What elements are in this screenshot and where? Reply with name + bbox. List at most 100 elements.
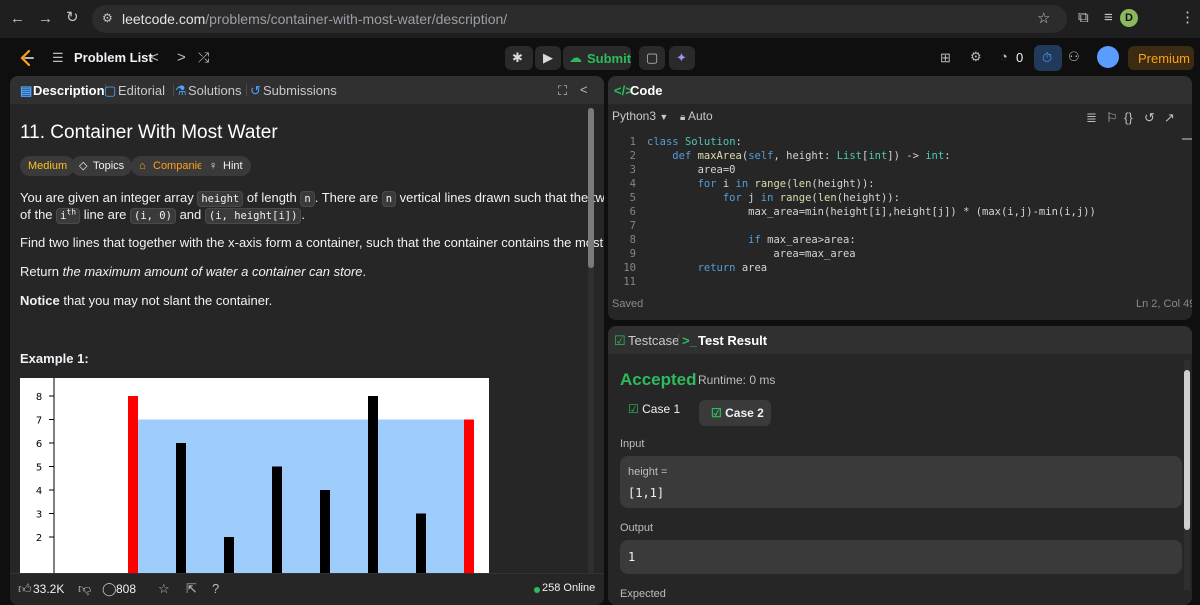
description-paragraph-2: Find two lines that together with the x-… [20, 235, 604, 250]
profile-avatar[interactable]: D [1120, 9, 1138, 27]
tab-editorial[interactable]: Editorial [118, 83, 165, 98]
add-friend-icon[interactable]: ⚇ [1068, 50, 1080, 63]
collapse-panel-icon[interactable]: < [580, 83, 588, 96]
topics-label: Topics [93, 160, 125, 172]
line-number: 8 [629, 234, 636, 246]
run-button[interactable]: ▶ [535, 46, 561, 70]
case-2-tab[interactable]: ☑ Case 2 [699, 400, 771, 426]
tab-description[interactable]: Description [33, 83, 105, 98]
case-1-label: Case 1 [642, 402, 681, 416]
debug-button[interactable]: ✱ [505, 46, 533, 70]
thumbs-down-icon[interactable]: 👎︎ [78, 582, 91, 595]
ai-assist-button[interactable]: ✦ [669, 46, 695, 70]
topics-pill[interactable]: ◇ Topics [71, 156, 133, 176]
problem-title[interactable]: 11. Container With Most Water [20, 122, 278, 144]
language-select[interactable]: Python3 ▼ [612, 109, 668, 123]
comment-icon[interactable]: ◯ [102, 582, 117, 595]
line-number: 6 [629, 206, 636, 218]
code-token: List [836, 150, 862, 162]
y-tick-label: 7 [36, 416, 42, 427]
bold-text: Notice [20, 293, 60, 308]
text: Return [20, 264, 60, 279]
help-icon[interactable]: ? [212, 582, 219, 595]
saved-status: Saved [612, 298, 644, 310]
problem-list-icon[interactable]: ☰ [52, 50, 64, 66]
code-token: len [817, 192, 837, 204]
browser-menu-icon[interactable]: ⋮ [1180, 10, 1195, 25]
text: . There are [314, 190, 379, 205]
layout-grid-icon[interactable]: ⊞ [940, 51, 951, 64]
streak-count: 0 [1016, 50, 1024, 65]
result-scrollbar-thumb[interactable] [1184, 370, 1190, 530]
code-text: return area [647, 262, 768, 274]
code-text: for i in range(len(height)): [647, 178, 875, 190]
terminal-icon: >_ [682, 333, 697, 348]
description-paragraph-1b: of the ith line are (i, 0) and (i, heigh… [20, 207, 305, 224]
thumbs-up-icon[interactable]: 👍︎ [18, 582, 32, 595]
site-settings-icon[interactable]: ⚙ [102, 12, 113, 24]
submit-label: Submit [587, 51, 632, 66]
y-tick-label: 2 [36, 533, 42, 544]
container-chart: 8 7 6 5 4 3 2 [36, 378, 474, 584]
autocomplete-toggle[interactable]: 🔒︎ Auto [680, 109, 713, 123]
timer-button[interactable]: ⏱ [1034, 45, 1062, 71]
expand-icon[interactable]: ⛶ [558, 84, 567, 97]
next-problem-icon[interactable]: > [177, 49, 186, 66]
like-count: 33.2K [33, 582, 65, 596]
tab-testcase[interactable]: Testcase [628, 333, 679, 348]
bookmark-icon[interactable]: ⚐ [1106, 111, 1118, 124]
y-tick-label: 8 [36, 392, 42, 403]
line-number: 3 [629, 164, 636, 176]
code-token: return [697, 262, 736, 274]
forward-arrow-icon[interactable]: → [38, 11, 53, 26]
result-scrollbar-track[interactable] [1184, 360, 1190, 590]
leetcode-logo-icon[interactable] [18, 49, 36, 67]
prev-problem-icon[interactable]: < [150, 49, 159, 66]
extensions-icon[interactable]: ⧉ [1078, 10, 1089, 25]
settings-gear-icon[interactable]: ⚙ [970, 50, 982, 63]
tab-solutions[interactable]: Solutions [188, 83, 241, 98]
braces-icon[interactable]: {} [1124, 111, 1133, 124]
premium-button[interactable]: Premium [1128, 46, 1194, 70]
description-scrollbar-thumb[interactable] [588, 108, 594, 268]
user-avatar[interactable] [1097, 46, 1119, 68]
code-token: self [748, 150, 774, 162]
format-icon[interactable]: ≣ [1086, 111, 1097, 124]
difficulty-badge: Medium [20, 156, 76, 176]
problem-list-link[interactable]: Problem List [74, 50, 153, 65]
address-bar[interactable]: ⚙ leetcode.com/problems/container-with-m… [92, 5, 1067, 33]
notes-button[interactable]: ▢ [639, 46, 665, 70]
random-problem-icon[interactable]: ⤮ [198, 49, 209, 66]
back-arrow-icon[interactable]: ← [10, 11, 25, 26]
submit-button[interactable]: ☁ Submit [563, 46, 631, 70]
media-controls-icon[interactable]: ≡ [1104, 10, 1113, 25]
description-footer: 👍︎ 33.2K 👎︎ ◯ 808 ☆ ⇱ ? 258 Online [10, 573, 604, 605]
input-var-value: [1,1] [628, 486, 665, 500]
inline-code: n [381, 191, 397, 207]
description-tab-icon: ▤ [20, 83, 33, 98]
star-icon[interactable]: ☆ [158, 582, 170, 595]
reload-icon[interactable]: ↻ [66, 10, 79, 25]
streak-icon[interactable]: ◔ [1000, 50, 1008, 63]
share-icon[interactable]: ⇱ [186, 582, 197, 595]
reset-icon[interactable]: ↺ [1144, 111, 1155, 124]
hint-label: Hint [223, 160, 243, 172]
fullscreen-icon[interactable]: ↗ [1164, 111, 1175, 124]
code-token: for [697, 178, 717, 190]
tab-submissions[interactable]: Submissions [263, 83, 337, 98]
tab-test-result[interactable]: Test Result [698, 333, 767, 348]
hint-pill[interactable]: ♀ Hint [201, 156, 251, 176]
sparkle-icon: ✦ [676, 50, 687, 65]
online-dot-icon [534, 587, 540, 593]
description-scrollbar-track[interactable] [588, 108, 594, 576]
bookmark-star-icon[interactable]: ☆ [1037, 11, 1050, 26]
input-box: height = [1,1] [620, 456, 1182, 508]
case-1-tab[interactable]: ☑ Case 1 [628, 402, 692, 428]
height-bar [464, 419, 474, 584]
result-status: Accepted [620, 370, 697, 389]
code-token: def [672, 150, 692, 162]
code-token: : [735, 136, 742, 148]
play-icon: ▶ [543, 50, 553, 65]
code-token: in [735, 178, 749, 190]
